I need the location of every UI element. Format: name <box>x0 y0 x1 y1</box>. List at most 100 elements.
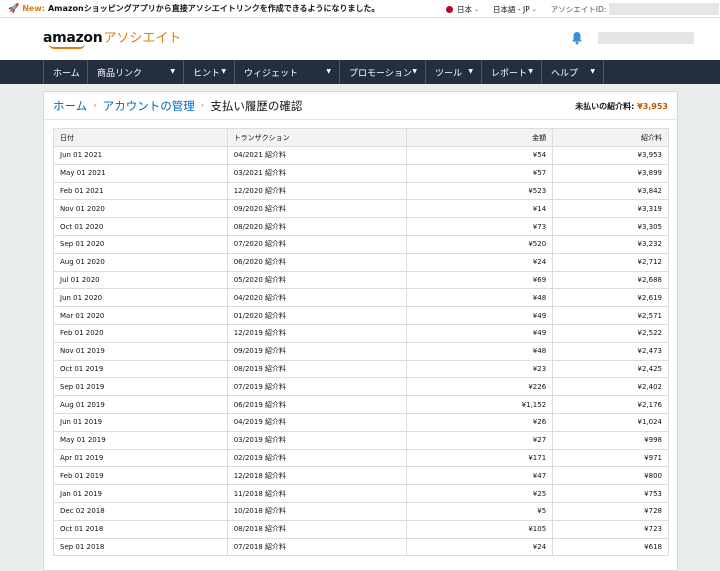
cell-amount: ¥73 <box>406 217 554 236</box>
cell-amount: ¥49 <box>406 306 554 325</box>
table-row: May 01 2019 03/2019 紹介料 ¥27 ¥998 <box>53 430 669 450</box>
chevron-down-icon: ⌄ <box>474 5 480 13</box>
cell-transaction: 05/2020 紹介料 <box>226 270 408 290</box>
cell-commission: ¥723 <box>552 519 669 539</box>
cell-amount: ¥48 <box>406 288 554 308</box>
table-row: Jun 01 2019 04/2019 紹介料 ¥26 ¥1,024 <box>53 412 669 432</box>
language-selector[interactable]: 日本語 - JP <box>493 4 530 15</box>
chevron-right-icon: › <box>93 101 97 111</box>
table-row: Oct 01 2018 08/2018 紹介料 ¥105 ¥723 <box>53 519 669 539</box>
cell-commission: ¥753 <box>552 484 669 503</box>
table-row: Feb 01 2021 12/2020 紹介料 ¥523 ¥3,842 <box>53 181 669 201</box>
cell-date: Oct 01 2020 <box>53 217 228 236</box>
bell-icon[interactable] <box>571 31 583 45</box>
cell-amount: ¥14 <box>406 199 554 219</box>
japan-flag-icon <box>446 5 453 13</box>
breadcrumb-home[interactable]: ホーム <box>53 98 87 114</box>
column-header-amount[interactable]: 金額 <box>406 128 554 147</box>
country-selector[interactable]: 日本 <box>457 4 472 15</box>
table-row: Feb 01 2020 12/2019 紹介料 ¥49 ¥2,522 <box>53 323 669 343</box>
cell-commission: ¥2,712 <box>552 252 669 272</box>
cell-transaction: 12/2020 紹介料 <box>226 181 408 201</box>
payment-history-table: 日付 トランザクション 金額 紹介料 Jun 01 2021 04/2021 紹介… <box>53 128 669 557</box>
caret-down-icon: ▼ <box>528 68 533 75</box>
cell-transaction: 10/2018 紹介料 <box>226 501 408 521</box>
main-nav: ホーム 商品リンク ▼ ヒント ▼ ウィジェット ▼ プロモーション ▼ ツール ▼ レポ… <box>0 60 720 84</box>
cell-commission: ¥2,425 <box>552 359 669 379</box>
chevron-down-icon: ⌄ <box>531 5 537 13</box>
cell-date: Jun 01 2020 <box>53 288 228 308</box>
cell-date: Apr 01 2019 <box>53 448 228 468</box>
new-label: New: <box>22 4 45 13</box>
cell-transaction: 11/2018 紹介料 <box>226 484 408 503</box>
cell-amount: ¥26 <box>406 412 554 432</box>
caret-down-icon: ▼ <box>170 68 175 75</box>
cell-transaction: 04/2020 紹介料 <box>226 288 408 308</box>
cell-transaction: 03/2019 紹介料 <box>226 430 408 450</box>
cell-transaction: 12/2019 紹介料 <box>226 323 408 343</box>
cell-amount: ¥24 <box>406 537 554 557</box>
cell-transaction: 09/2020 紹介料 <box>226 199 408 219</box>
breadcrumb-account[interactable]: アカウントの管理 <box>103 98 195 114</box>
cell-date: Feb 01 2021 <box>53 181 228 201</box>
cell-date: Nov 01 2019 <box>53 341 228 361</box>
cell-transaction: 08/2018 紹介料 <box>226 519 408 539</box>
cell-amount: ¥1,152 <box>406 395 554 414</box>
cell-amount: ¥27 <box>406 430 554 450</box>
cell-date: Feb 01 2019 <box>53 466 228 486</box>
cell-commission: ¥3,305 <box>552 217 669 236</box>
cell-commission: ¥2,688 <box>552 270 669 290</box>
cell-date: May 01 2019 <box>53 430 228 450</box>
table-row: Sep 01 2019 07/2019 紹介料 ¥226 ¥2,402 <box>53 377 669 397</box>
nav-item-help[interactable]: ヘルプ ▼ <box>542 60 604 84</box>
cell-commission: ¥728 <box>552 501 669 521</box>
chevron-right-icon: › <box>200 101 205 111</box>
cell-date: Aug 01 2020 <box>53 252 228 272</box>
amazon-associates-logo[interactable]: amazonアソシエイト <box>43 27 181 49</box>
nav-item-promotions[interactable]: プロモーション ▼ <box>340 60 426 84</box>
nav-item-home[interactable]: ホーム <box>44 60 88 84</box>
cell-commission: ¥800 <box>552 466 669 486</box>
cell-amount: ¥23 <box>406 359 554 379</box>
table-row: Oct 01 2019 08/2019 紹介料 ¥23 ¥2,425 <box>53 359 669 379</box>
column-header-date[interactable]: 日付 <box>53 128 228 147</box>
cell-commission: ¥2,473 <box>552 341 669 361</box>
table-row: Jun 01 2021 04/2021 紹介料 ¥54 ¥3,953 <box>53 146 669 165</box>
cell-transaction: 12/2018 紹介料 <box>226 466 408 486</box>
nav-item-reports[interactable]: レポート ▼ <box>482 60 542 84</box>
nav-item-product-links[interactable]: 商品リンク ▼ <box>88 60 184 84</box>
cell-date: Jan 01 2019 <box>53 484 228 503</box>
column-header-commission[interactable]: 紹介料 <box>552 128 669 147</box>
cell-commission: ¥3,319 <box>552 199 669 219</box>
caret-down-icon: ▼ <box>412 68 417 75</box>
cell-commission: ¥3,232 <box>552 234 669 254</box>
cell-amount: ¥69 <box>406 270 554 290</box>
table-row: Sep 01 2018 07/2018 紹介料 ¥24 ¥618 <box>53 537 669 557</box>
cell-commission: ¥2,619 <box>552 288 669 308</box>
nav-item-hints[interactable]: ヒント ▼ <box>184 60 235 84</box>
table-row: Sep 01 2020 07/2020 紹介料 ¥520 ¥3,232 <box>53 234 669 254</box>
cell-amount: ¥54 <box>406 146 554 165</box>
cell-commission: ¥1,024 <box>552 412 669 432</box>
cell-date: Jul 01 2020 <box>53 270 228 290</box>
cell-amount: ¥24 <box>406 252 554 272</box>
cell-date: May 01 2021 <box>53 163 228 183</box>
cell-amount: ¥25 <box>406 484 554 503</box>
column-header-transaction[interactable]: トランザクション <box>226 128 408 147</box>
cell-transaction: 09/2019 紹介料 <box>226 341 408 361</box>
cell-transaction: 07/2018 紹介料 <box>226 537 408 557</box>
cell-date: Sep 01 2018 <box>53 537 228 557</box>
table-row: Nov 01 2020 09/2020 紹介料 ¥14 ¥3,319 <box>53 199 669 219</box>
account-menu[interactable] <box>598 32 694 44</box>
unpaid-label: 未払いの紹介料: <box>575 102 635 111</box>
table-row: Aug 01 2020 06/2020 紹介料 ¥24 ¥2,712 <box>53 252 669 272</box>
announcement-link[interactable]: Amazonショッピングアプリから直接アソシエイトリンクを作成できるようになりま… <box>48 3 380 14</box>
nav-item-widgets[interactable]: ウィジェット ▼ <box>235 60 340 84</box>
caret-down-icon: ▼ <box>326 68 331 75</box>
table-row: May 01 2021 03/2021 紹介料 ¥57 ¥3,899 <box>53 163 669 183</box>
nav-item-tools[interactable]: ツール ▼ <box>426 60 482 84</box>
cell-amount: ¥105 <box>406 519 554 539</box>
cell-commission: ¥3,953 <box>552 146 669 165</box>
cell-amount: ¥57 <box>406 163 554 183</box>
cell-amount: ¥49 <box>406 323 554 343</box>
